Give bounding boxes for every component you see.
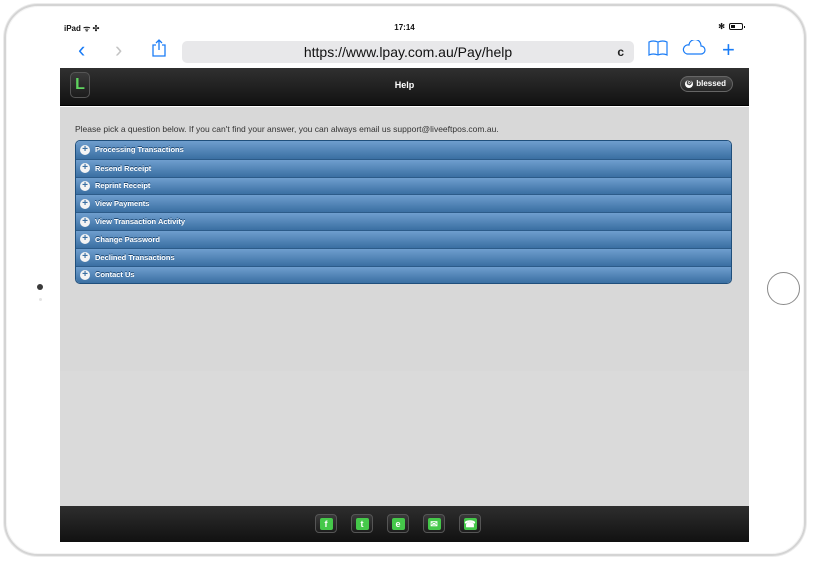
page-title: Help [394, 80, 415, 90]
plus-icon: + [80, 144, 90, 155]
faq-label: Change Password [95, 234, 161, 244]
status-bar: iPad ᯤ ✣ 17:14 ✻ [60, 20, 749, 34]
back-icon[interactable]: ‹ [78, 39, 85, 61]
bookmarks-icon[interactable] [648, 39, 668, 61]
camera-dot [37, 284, 43, 290]
email-button[interactable]: ✉ [423, 514, 445, 533]
faq-label: Processing Transactions [95, 145, 184, 155]
cloud-tabs-icon[interactable] [682, 38, 706, 61]
faq-label: Reprint Receipt [95, 181, 151, 191]
faq-item[interactable]: + Reprint Receipt [76, 176, 731, 195]
url-text: https://www.lpay.com.au/Pay/help [303, 44, 513, 60]
screen: iPad ᯤ ✣ 17:14 ✻ ‹ › https://www.lpay.co… [60, 20, 749, 542]
address-bar[interactable]: https://www.lpay.com.au/Pay/help c [182, 41, 634, 63]
plus-icon: + [80, 234, 90, 245]
plus-icon: + [80, 269, 90, 280]
app-header: L Help ⚙ blessed [60, 68, 749, 106]
facebook-icon: f [319, 517, 333, 530]
forward-icon[interactable]: › [115, 39, 122, 61]
faq-label: View Payments [95, 199, 150, 209]
faq-item[interactable]: + Declined Transactions [76, 247, 731, 266]
plus-icon: + [80, 198, 90, 209]
faq-label: Contact Us [95, 270, 135, 280]
app-footer: f t e ✉ ☎ [60, 506, 749, 542]
battery-icon [729, 23, 745, 30]
twitter-icon: t [355, 517, 369, 530]
status-right: ✻ [718, 22, 745, 31]
phone-button[interactable]: ☎ [459, 514, 481, 533]
faq-list: + Processing Transactions + Resend Receipt… [75, 140, 732, 285]
gear-icon: ⚙ [685, 80, 694, 88]
twitter-button[interactable]: t [351, 514, 373, 533]
sensor-dot [39, 298, 42, 301]
share-icon[interactable] [152, 39, 166, 62]
faq-item[interactable]: + View Payments [76, 194, 731, 213]
faq-label: View Transaction Activity [95, 217, 186, 227]
faq-item[interactable]: + Processing Transactions [76, 141, 731, 159]
home-button[interactable] [767, 272, 800, 305]
new-tab-icon[interactable]: + [722, 39, 735, 61]
plus-icon: + [80, 163, 90, 174]
faq-item[interactable]: + View Transaction Activity [76, 212, 731, 230]
email-icon: ✉ [427, 517, 441, 530]
social-links: f t e ✉ ☎ [315, 514, 481, 533]
browser-toolbar: ‹ › https://www.lpay.com.au/Pay/help c + [60, 34, 749, 68]
content-background [60, 371, 749, 506]
web-icon: e [391, 517, 405, 530]
faq-item[interactable]: + Contact Us [76, 265, 731, 284]
help-content: Please pick a question below. If you can… [60, 107, 749, 371]
intro-text: Please pick a question below. If you can… [75, 124, 499, 134]
faq-item[interactable]: + Change Password [76, 229, 731, 248]
facebook-button[interactable]: f [315, 514, 337, 533]
faq-item[interactable]: + Resend Receipt [76, 158, 731, 177]
phone-icon: ☎ [463, 517, 477, 530]
faq-label: Declined Transactions [95, 252, 175, 262]
reload-icon[interactable]: c [617, 41, 624, 63]
web-button[interactable]: e [387, 514, 409, 533]
status-time: 17:14 [394, 23, 415, 32]
plus-icon: + [80, 252, 90, 263]
plus-icon: + [80, 216, 90, 227]
faq-label: Resend Receipt [95, 163, 152, 173]
bluetooth-icon: ✻ [718, 22, 725, 31]
user-label: blessed [696, 79, 726, 88]
plus-icon: + [80, 180, 90, 191]
user-button[interactable]: ⚙ blessed [680, 76, 733, 92]
